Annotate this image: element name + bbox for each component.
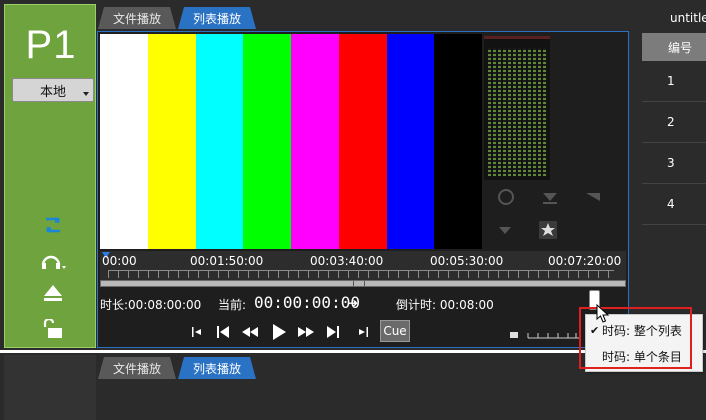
lock-button[interactable] [38, 317, 68, 341]
go-to-in-button[interactable] [190, 322, 206, 342]
audio-level-meter [484, 36, 550, 180]
meter-channel [493, 48, 496, 176]
color-bar [243, 34, 291, 249]
play-button[interactable] [268, 322, 290, 342]
timeline-ruler [108, 270, 614, 278]
eject-button[interactable] [38, 281, 68, 305]
channel-sidebar: P1 本地 [4, 4, 96, 348]
marker-out-button[interactable] [582, 187, 602, 207]
timeline-label: 00:03:40:00 [310, 254, 384, 268]
rewind-button[interactable] [240, 322, 260, 342]
list-item[interactable]: 3 [642, 143, 706, 184]
favorite-button[interactable] [538, 220, 558, 240]
meter-channel [503, 48, 506, 176]
list-item[interactable]: 1 [642, 61, 706, 102]
go-to-out-button[interactable] [354, 322, 370, 342]
arrow-right-icon: ➔ [348, 296, 359, 310]
play-icon [273, 324, 286, 340]
timeline-label: 00:07:20:00 [548, 254, 622, 268]
skip-start-icon [192, 327, 201, 337]
color-bar [291, 34, 339, 249]
current-label: 当前: [218, 298, 247, 312]
video-viewer: 00:00 00:01:50:00 00:03:40:00 00:05:30:0… [97, 31, 629, 348]
current-timecode: 00:00:00:00 [254, 293, 360, 312]
next-button[interactable] [324, 322, 342, 342]
forward-icon [298, 327, 314, 337]
monitor-audio-button[interactable] [38, 249, 68, 273]
circle-icon [498, 189, 514, 205]
color-bar [100, 34, 148, 249]
prev-icon [217, 326, 229, 338]
channel-label: P1 [25, 23, 77, 67]
tab-list-playback[interactable]: 列表播放 [178, 7, 256, 29]
volume-slider[interactable] [510, 326, 590, 339]
triangle-down-icon [586, 193, 600, 201]
volume-scale [510, 332, 580, 339]
rewind-icon [242, 327, 258, 337]
previous-button[interactable] [214, 322, 232, 342]
marker-in-button[interactable] [540, 187, 560, 207]
marker-clear-button[interactable] [496, 220, 516, 240]
next-icon [327, 326, 339, 338]
color-bar [195, 34, 244, 249]
triangle-down-icon [499, 227, 511, 234]
timeline-label: 00:05:30:00 [430, 254, 504, 268]
timeline-label: 00:00 [102, 254, 137, 268]
source-select-value: 本地 [39, 84, 66, 100]
list-item[interactable]: 4 [642, 184, 706, 225]
duration-readout: 时长:00:08:00:00 [100, 298, 202, 312]
eject-icon [44, 285, 62, 301]
color-bar [434, 34, 482, 249]
countdown-readout: 倒计时: 00:08:00 [396, 298, 494, 312]
skip-end-icon [359, 327, 368, 337]
timeline-scrollbar[interactable] [100, 280, 626, 287]
meter-channel [543, 48, 546, 176]
color-bar [386, 34, 435, 249]
meter-channel [498, 48, 501, 176]
source-select[interactable]: 本地 [12, 78, 94, 102]
chevron-down-icon [83, 92, 89, 96]
meter-channel [518, 48, 521, 176]
headphones-icon [41, 255, 66, 269]
record-button[interactable] [496, 187, 516, 207]
timeline[interactable]: 00:00 00:01:50:00 00:03:40:00 00:05:30:0… [100, 251, 626, 287]
meter-channel [523, 48, 526, 176]
scrollbar-thumb[interactable] [353, 281, 365, 286]
star-icon [539, 221, 557, 239]
loop-icon [46, 217, 60, 233]
meter-channel [533, 48, 536, 176]
meter-channel [508, 48, 511, 176]
unlock-icon [43, 319, 62, 338]
meter-channel [513, 48, 516, 176]
timeline-label: 00:01:50:00 [190, 254, 264, 268]
player-panel: P1 本地 文件播放 列表播放 untitle 00:00 00:01:50:0… [0, 0, 706, 350]
playlist-panel: 编号 1 2 3 4 [642, 33, 706, 313]
loop-button[interactable] [38, 213, 68, 237]
column-header-number[interactable]: 编号 [642, 33, 706, 61]
cue-button[interactable]: Cue [380, 320, 410, 342]
meter-channel [488, 48, 491, 176]
tab-list-playback-2[interactable]: 列表播放 [178, 357, 256, 379]
cursor-icon [596, 304, 610, 323]
triangle-down-icon [543, 193, 557, 204]
list-item[interactable]: 2 [642, 102, 706, 143]
fast-forward-button[interactable] [296, 322, 316, 342]
color-bar [147, 34, 196, 249]
meter-channel [538, 48, 541, 176]
second-channel-sidebar [4, 355, 96, 420]
color-bar [338, 34, 387, 249]
document-title: untitle [670, 11, 706, 25]
color-bars-preview [100, 34, 482, 249]
tab-file-playback[interactable]: 文件播放 [98, 7, 176, 29]
tab-file-playback-2[interactable]: 文件播放 [98, 357, 176, 379]
meter-channel [528, 48, 531, 176]
